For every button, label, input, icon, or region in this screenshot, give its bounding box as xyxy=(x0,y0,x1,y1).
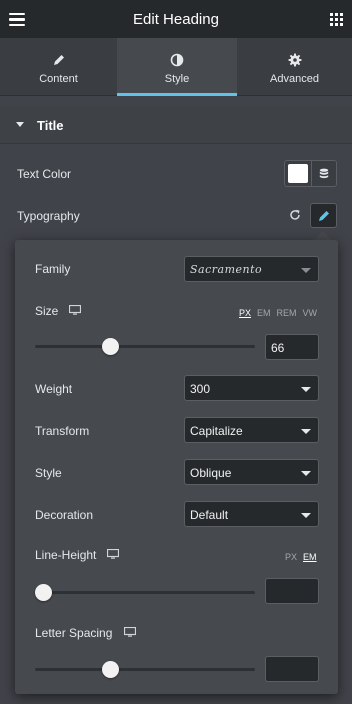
size-slider-handle[interactable] xyxy=(102,338,119,355)
unit-px[interactable]: PX xyxy=(239,308,251,318)
text-decoration-select[interactable]: Default xyxy=(184,501,319,527)
desktop-monitor-icon[interactable] xyxy=(124,627,136,638)
typography-popover: Family Sacramento Size PX EM REM VW 66 Weig… xyxy=(15,240,338,694)
unit-vw[interactable]: VW xyxy=(303,308,318,318)
tab-style[interactable]: Style xyxy=(117,38,237,96)
panel-header: Edit Heading xyxy=(0,0,352,38)
half-circle-icon xyxy=(170,53,184,67)
chevron-down-icon xyxy=(301,387,311,392)
tab-advanced-label: Advanced xyxy=(270,73,319,85)
chevron-down-icon xyxy=(301,429,311,434)
unit-rem[interactable]: REM xyxy=(277,308,297,318)
line-height-label: Line-Height xyxy=(35,548,97,562)
chevron-down-icon xyxy=(301,268,311,273)
pencil-icon xyxy=(319,211,329,221)
text-transform-select[interactable]: Capitalize xyxy=(184,417,319,443)
apps-grid-icon[interactable] xyxy=(330,13,343,26)
font-style-select[interactable]: Oblique xyxy=(184,459,319,485)
database-icon[interactable] xyxy=(318,168,330,180)
text-transform-value: Capitalize xyxy=(190,424,243,438)
style-label: Style xyxy=(35,466,62,480)
caret-down-icon xyxy=(16,122,24,127)
tab-advanced[interactable]: Advanced xyxy=(237,38,352,96)
color-swatch[interactable] xyxy=(288,164,308,183)
unit-em[interactable]: EM xyxy=(303,552,317,562)
size-label: Size xyxy=(35,304,59,318)
gear-icon xyxy=(288,53,301,67)
line-height-slider-handle[interactable] xyxy=(35,584,52,601)
decoration-label: Decoration xyxy=(35,508,94,522)
size-unit-switcher: PX EM REM VW xyxy=(233,308,317,318)
panel-tabs: Content Style Advanced xyxy=(0,38,352,96)
chevron-down-icon xyxy=(301,513,311,518)
family-label: Family xyxy=(35,262,71,276)
letter-spacing-input[interactable] xyxy=(265,656,319,682)
letter-spacing-slider-handle[interactable] xyxy=(102,661,119,678)
text-decoration-value: Default xyxy=(190,508,229,522)
panel-title: Edit Heading xyxy=(133,11,219,28)
weight-label: Weight xyxy=(35,382,73,396)
pencil-icon xyxy=(53,55,64,65)
active-tab-indicator xyxy=(117,93,237,96)
reset-icon[interactable] xyxy=(288,208,302,222)
desktop-monitor-icon[interactable] xyxy=(69,305,81,316)
tab-style-label: Style xyxy=(164,73,190,85)
section-title-toggle[interactable]: Title xyxy=(0,106,352,144)
swatch-divider xyxy=(311,161,312,186)
unit-em[interactable]: EM xyxy=(257,308,271,318)
chevron-down-icon xyxy=(301,471,311,476)
tab-content-label: Content xyxy=(39,73,78,85)
font-weight-select[interactable]: 300 xyxy=(184,375,319,401)
transform-label: Transform xyxy=(35,424,90,438)
text-color-label: Text Color xyxy=(17,167,72,181)
popover-arrow xyxy=(314,231,332,240)
desktop-monitor-icon[interactable] xyxy=(107,549,119,560)
letter-spacing-label: Letter Spacing xyxy=(35,626,113,640)
typography-label: Typography xyxy=(17,209,80,223)
font-style-value: Oblique xyxy=(190,466,232,480)
letter-spacing-slider[interactable] xyxy=(35,661,255,678)
line-height-unit-switcher: PX EM xyxy=(279,552,317,562)
font-family-value: Sacramento xyxy=(190,263,263,276)
edit-typography-button[interactable] xyxy=(310,203,337,228)
line-height-slider[interactable] xyxy=(35,584,255,601)
text-color-control xyxy=(284,160,337,187)
font-weight-value: 300 xyxy=(190,382,211,396)
size-slider[interactable] xyxy=(35,338,255,355)
size-input[interactable]: 66 xyxy=(265,334,319,360)
section-title-label: Title xyxy=(37,118,64,133)
unit-px[interactable]: PX xyxy=(285,552,297,562)
font-family-select[interactable]: Sacramento xyxy=(184,256,319,282)
tab-content[interactable]: Content xyxy=(0,38,117,96)
line-height-input[interactable] xyxy=(265,578,319,604)
